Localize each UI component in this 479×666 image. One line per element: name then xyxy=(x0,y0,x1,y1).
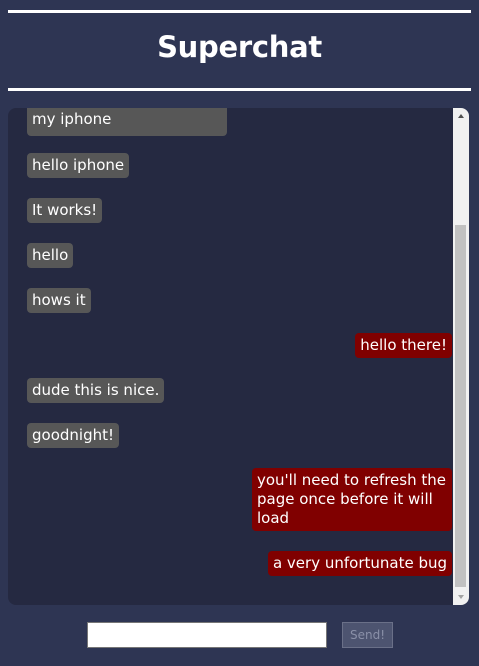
header-bottom-rule xyxy=(8,88,471,91)
chevron-up-icon xyxy=(458,114,464,118)
message-bubble-other: hows it xyxy=(27,288,91,313)
header-top-rule xyxy=(8,10,471,13)
message-bubble-other: hello xyxy=(27,243,74,268)
message-bubble-other: goodnight! xyxy=(27,423,119,448)
chat-scrollbar[interactable] xyxy=(453,108,469,605)
message-text: my iphone xyxy=(32,110,112,128)
scroll-up-button[interactable] xyxy=(453,108,469,124)
message-bubble-own: a very unfortunate bug xyxy=(267,551,452,576)
chat-panel[interactable]: my iphone hello iphone It works! hello h… xyxy=(8,108,469,605)
send-button[interactable]: Send! xyxy=(342,622,393,648)
message-bubble-own: hello there! xyxy=(355,333,452,358)
scrollbar-thumb[interactable] xyxy=(455,225,466,587)
message-list: my iphone hello iphone It works! hello h… xyxy=(8,108,453,605)
message-bubble-own: you'll need to refresh the page once bef… xyxy=(252,468,452,531)
message-bubble-other: It works! xyxy=(27,198,103,223)
message-bubble-other: hello iphone xyxy=(27,153,130,178)
chevron-down-icon xyxy=(458,595,464,599)
message-input[interactable] xyxy=(87,622,327,648)
message-bubble-other: my iphone xyxy=(27,108,227,136)
message-bubble-other: dude this is nice. xyxy=(27,378,165,403)
scroll-down-button[interactable] xyxy=(453,589,469,605)
app-title: Superchat xyxy=(157,30,322,64)
